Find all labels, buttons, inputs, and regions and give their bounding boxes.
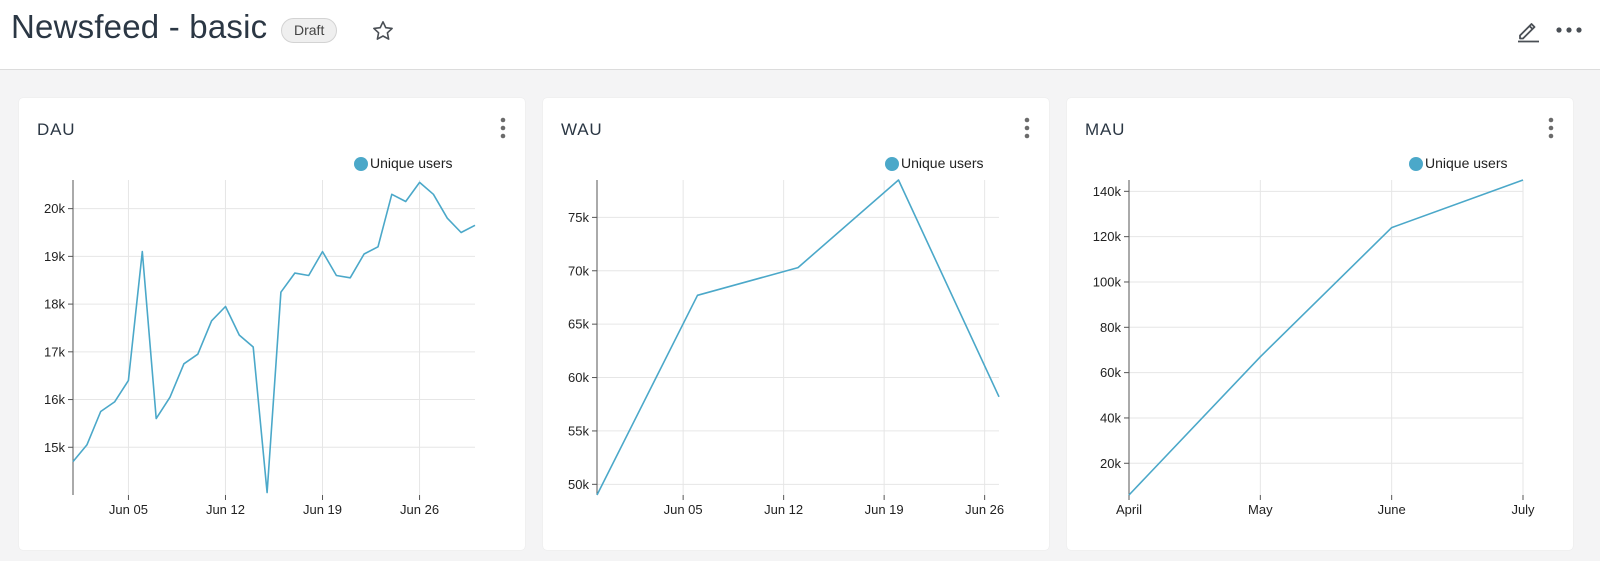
data-point[interactable] [403,199,409,205]
data-point[interactable] [1126,492,1132,498]
data-point[interactable] [112,399,118,405]
x-tick-label: May [1248,502,1273,517]
data-point[interactable] [361,251,367,257]
dashboard-header: Newsfeed - basic Draft [0,0,1600,70]
edit-icon[interactable] [1515,17,1541,43]
y-tick-label: 55k [568,423,589,438]
x-tick-label: June [1378,502,1406,517]
y-tick-label: 18k [44,297,65,312]
data-point[interactable] [292,270,298,276]
data-point[interactable] [306,273,312,279]
y-tick-label: 20k [1100,456,1121,471]
data-point[interactable] [181,361,187,367]
data-point[interactable] [320,249,326,255]
data-point[interactable] [417,179,423,185]
y-tick-label: 50k [568,477,589,492]
y-tick-label: 60k [1100,365,1121,380]
series-line-unique-users[interactable] [72,181,476,494]
x-tick-label: Jun 19 [303,502,342,517]
x-tick-label: Jun 26 [400,502,439,517]
data-point[interactable] [795,265,801,271]
data-point[interactable] [347,275,353,281]
y-tick-label: 16k [44,392,65,407]
x-tick-label: Jun 05 [664,502,703,517]
y-tick-label: 120k [1093,229,1122,244]
x-tick-label: Jun 26 [965,502,1004,517]
data-point[interactable] [594,492,600,498]
wau-line-chart: 50k 55k 60k 65k 70k 75k Jun 05 Jun 12 Jun 19 Jun … [568,177,1004,517]
data-point[interactable] [223,304,229,310]
data-point[interactable] [209,318,215,324]
y-tick-label: 19k [44,249,65,264]
data-point[interactable] [84,442,90,448]
data-point[interactable] [139,249,145,255]
series-line-unique-users[interactable] [596,179,1000,496]
y-tick-label: 75k [568,210,589,225]
mau-chart-card: MAU Unique users 20k 40k 60k 80k 100k 120k 140… [1067,98,1573,550]
data-point[interactable] [389,191,395,197]
y-tick-label: 17k [44,344,65,359]
more-horizontal-icon[interactable] [1555,17,1583,43]
data-point[interactable] [1520,177,1526,183]
y-tick-label: 100k [1093,274,1122,289]
wau-chart-card: WAU Unique users 50k 55k 60k 65k 70k 75k Jun 0… [543,98,1049,550]
data-point[interactable] [98,409,104,415]
dau-line-chart: 15k 16k 17k 18k 19k 20k Jun 05 Jun 12 Jun 19 Jun … [44,179,478,517]
x-tick-label: Jun 19 [865,502,904,517]
y-tick-label: 20k [44,201,65,216]
data-point[interactable] [333,273,339,279]
y-tick-label: 70k [568,263,589,278]
data-point[interactable] [896,177,902,183]
data-point[interactable] [458,230,464,236]
x-tick-label: Jun 12 [764,502,803,517]
data-point[interactable] [996,394,1002,400]
page-title: Newsfeed - basic [11,8,268,45]
data-point[interactable] [264,490,270,496]
dau-chart-card: DAU Unique users 15k 16k 17k 18k 19k 20k Jun 0… [19,98,525,550]
mau-line-chart: 20k 40k 60k 80k 100k 120k 140k April May June July [1093,177,1535,517]
y-tick-label: 15k [44,440,65,455]
data-point[interactable] [70,459,76,465]
y-tick-label: 40k [1100,410,1121,425]
y-tick-label: 65k [568,317,589,332]
data-point[interactable] [278,289,284,295]
data-point[interactable] [236,332,242,338]
data-point[interactable] [1389,225,1395,231]
status-badge: Draft [281,18,338,43]
data-point[interactable] [125,378,131,384]
data-point[interactable] [444,215,450,221]
data-point[interactable] [167,394,173,400]
data-point[interactable] [695,292,701,298]
y-tick-label: 60k [568,370,589,385]
data-point[interactable] [375,244,381,250]
y-tick-label: 80k [1100,320,1121,335]
data-point[interactable] [195,351,201,357]
x-tick-label: Jun 12 [206,502,245,517]
x-tick-label: April [1116,502,1142,517]
x-tick-label: July [1511,502,1535,517]
series-line-unique-users[interactable] [1128,179,1524,496]
data-point[interactable] [430,191,436,197]
x-tick-label: Jun 05 [109,502,148,517]
data-point[interactable] [472,222,478,228]
star-icon[interactable] [371,19,395,43]
data-point[interactable] [250,344,256,350]
data-point[interactable] [153,416,159,422]
data-point[interactable] [1257,354,1263,360]
y-tick-label: 140k [1093,184,1122,199]
